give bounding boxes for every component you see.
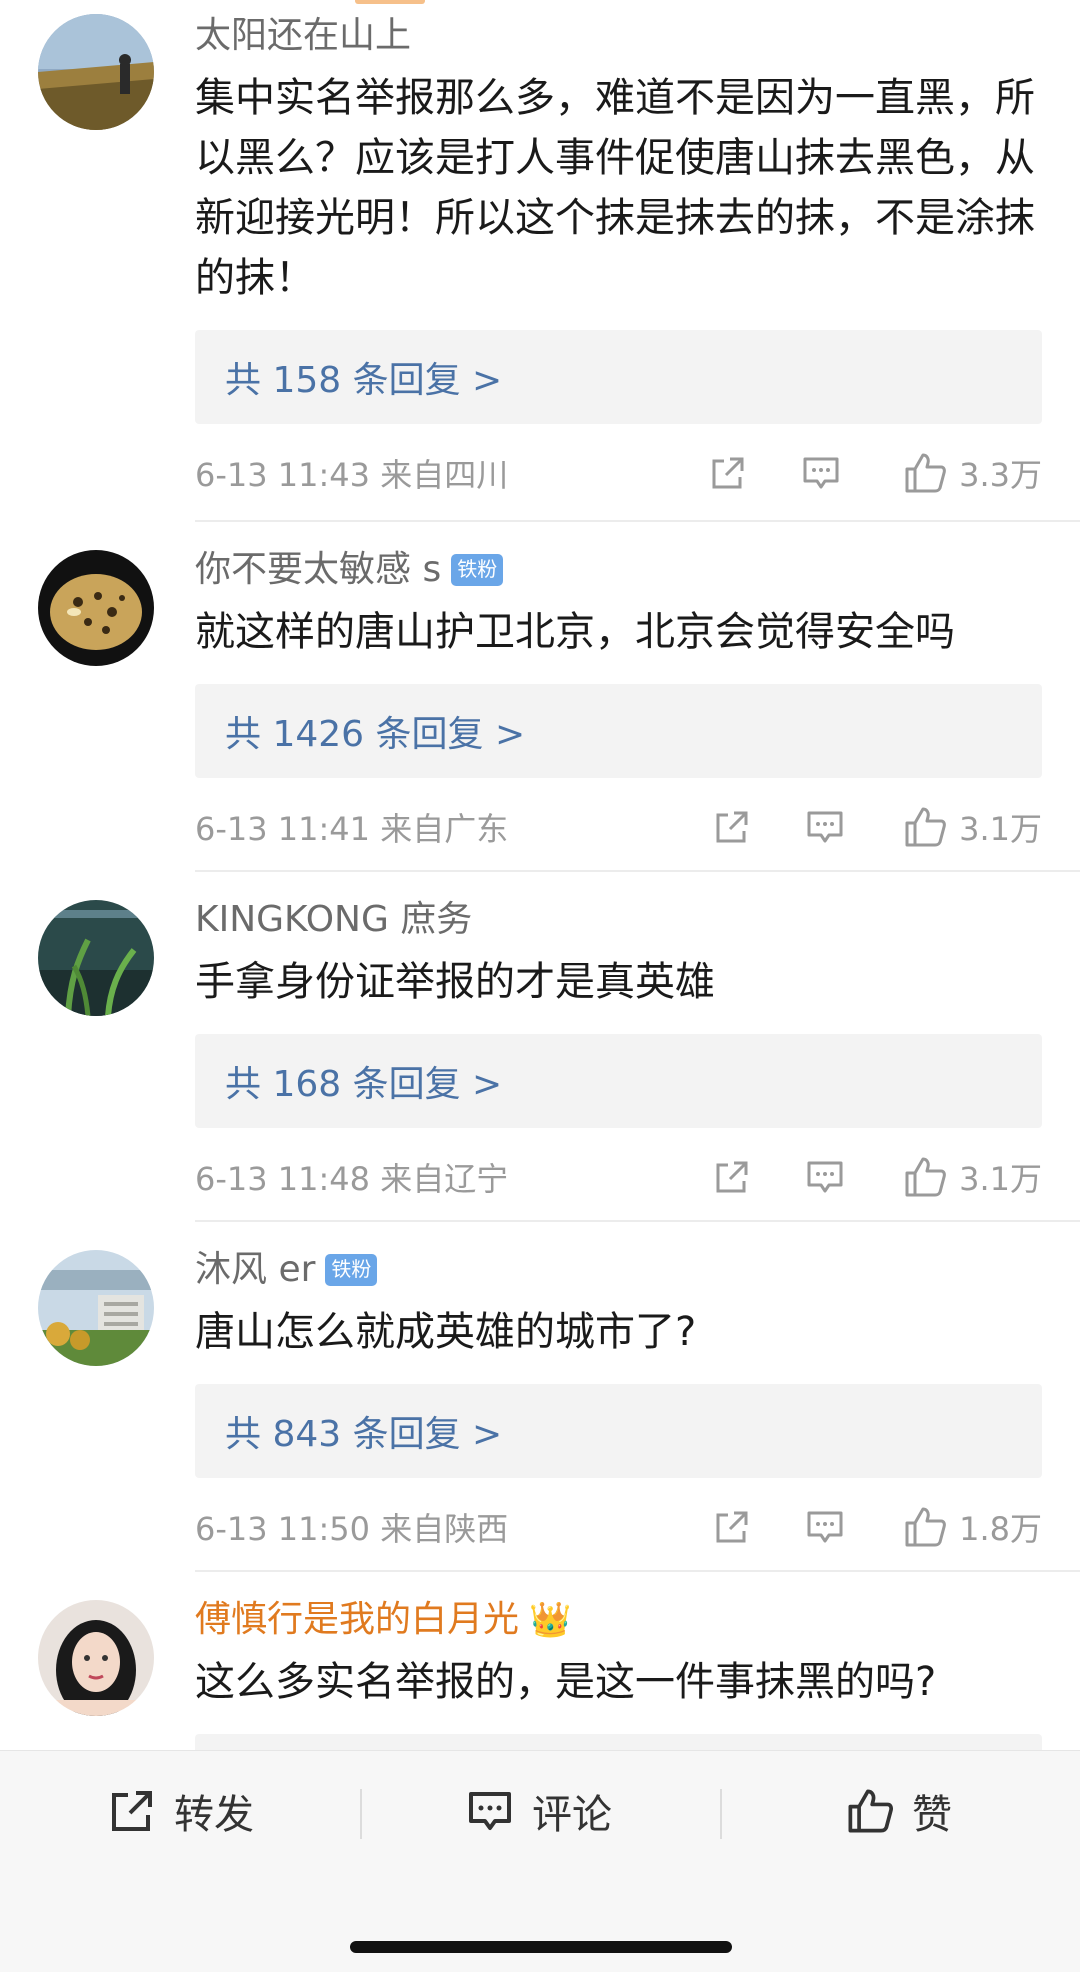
like-button[interactable]: 1.8万	[903, 1503, 1042, 1551]
like-button[interactable]: 3.3万	[903, 449, 1042, 497]
share-icon[interactable]	[712, 807, 752, 847]
repost-button[interactable]: 转发	[108, 1781, 254, 1841]
comment-text: 这么多实名举报的，是这一件事抹黑的吗?	[195, 1659, 937, 1705]
view-replies-button[interactable]	[195, 1734, 1042, 1750]
repost-label: 转发	[174, 1792, 254, 1838]
comment-icon[interactable]	[801, 453, 841, 493]
view-replies-button[interactable]: 共 168 条回复 >	[195, 1034, 1042, 1128]
comment-text: 集中实名举报那么多，难道不是因为一直黑，所以黑么？应该是打人事件促使唐山抹去黑色…	[195, 75, 1035, 301]
comment-username[interactable]: 你不要太敏感 s 铁粉	[195, 548, 1042, 592]
like-count: 1.8万	[959, 1510, 1042, 1548]
like-button[interactable]: 赞	[846, 1781, 952, 1841]
comment-meta: 6-13 11:48 来自辽宁 3.1万	[195, 1153, 1042, 1201]
share-icon	[112, 1791, 152, 1831]
like-count: 3.3万	[959, 456, 1042, 494]
avatar[interactable]	[38, 1250, 154, 1366]
view-replies-button[interactable]: 共 158 条回复 >	[195, 330, 1042, 424]
comment-text: 就这样的唐山护卫北京，北京会觉得安全吗	[195, 609, 955, 655]
comment-label: 评论	[532, 1792, 612, 1838]
like-count: 3.1万	[959, 810, 1042, 848]
share-icon[interactable]	[712, 1157, 752, 1197]
avatar[interactable]	[38, 1600, 154, 1716]
comment-icon	[469, 1792, 511, 1830]
avatar[interactable]	[38, 550, 154, 666]
avatar[interactable]	[38, 900, 154, 1016]
comment-username[interactable]: 傅慎行是我的白月光 👑	[195, 1598, 1042, 1642]
like-button[interactable]: 3.1万	[903, 1153, 1042, 1201]
comment-feed[interactable]: 太阳还在山上 集中实名举报那么多，难道不是因为一直黑，所以黑么？应该是打人事件促…	[0, 0, 1080, 1750]
share-icon[interactable]	[708, 453, 748, 493]
comment-username[interactable]: KINGKONG 庶务	[195, 898, 1042, 942]
fan-badge: 铁粉	[451, 554, 504, 586]
comment-button[interactable]: 评论	[466, 1781, 612, 1841]
like-label: 赞	[912, 1792, 952, 1838]
view-replies-button[interactable]: 共 843 条回复 >	[195, 1384, 1042, 1478]
comment-text: 唐山怎么就成英雄的城市了?	[195, 1309, 697, 1355]
thumbs-up-icon	[905, 453, 946, 493]
like-button[interactable]: 3.1万	[903, 803, 1042, 851]
comment-icon[interactable]	[805, 807, 845, 847]
thumbs-up-icon	[848, 1789, 893, 1833]
avatar[interactable]	[38, 14, 154, 130]
bottom-action-bar: 转发 评论 赞	[0, 1750, 1080, 1972]
thumbs-up-icon	[905, 1507, 946, 1547]
comment-icon[interactable]	[805, 1507, 845, 1547]
comment-meta: 6-13 11:43 来自四川 3.3万	[195, 449, 1042, 497]
share-icon[interactable]	[712, 1507, 752, 1547]
divider	[360, 1789, 362, 1839]
divider	[195, 1570, 1080, 1572]
thumbs-up-icon	[905, 1157, 946, 1197]
divider	[195, 520, 1080, 522]
comment-text: 手拿身份证举报的才是真英雄	[195, 959, 715, 1005]
comment-meta: 6-13 11:41 来自广东 3.1万	[195, 803, 1042, 851]
comment-icon[interactable]	[805, 1157, 845, 1197]
crown-icon: 👑	[529, 1600, 572, 1640]
comment-username[interactable]: 太阳还在山上	[195, 14, 1042, 58]
divider	[195, 870, 1080, 872]
divider	[720, 1789, 722, 1839]
view-replies-button[interactable]: 共 1426 条回复 >	[195, 684, 1042, 778]
comment-meta: 6-13 11:50 来自陕西 1.8万	[195, 1503, 1042, 1551]
thumbs-up-icon	[905, 807, 946, 847]
home-indicator[interactable]	[350, 1941, 732, 1953]
divider	[195, 1220, 1080, 1222]
fan-badge: 铁粉	[325, 1254, 378, 1286]
comment-username[interactable]: 沐风 er 铁粉	[195, 1248, 1042, 1292]
like-count: 3.1万	[959, 1160, 1042, 1198]
